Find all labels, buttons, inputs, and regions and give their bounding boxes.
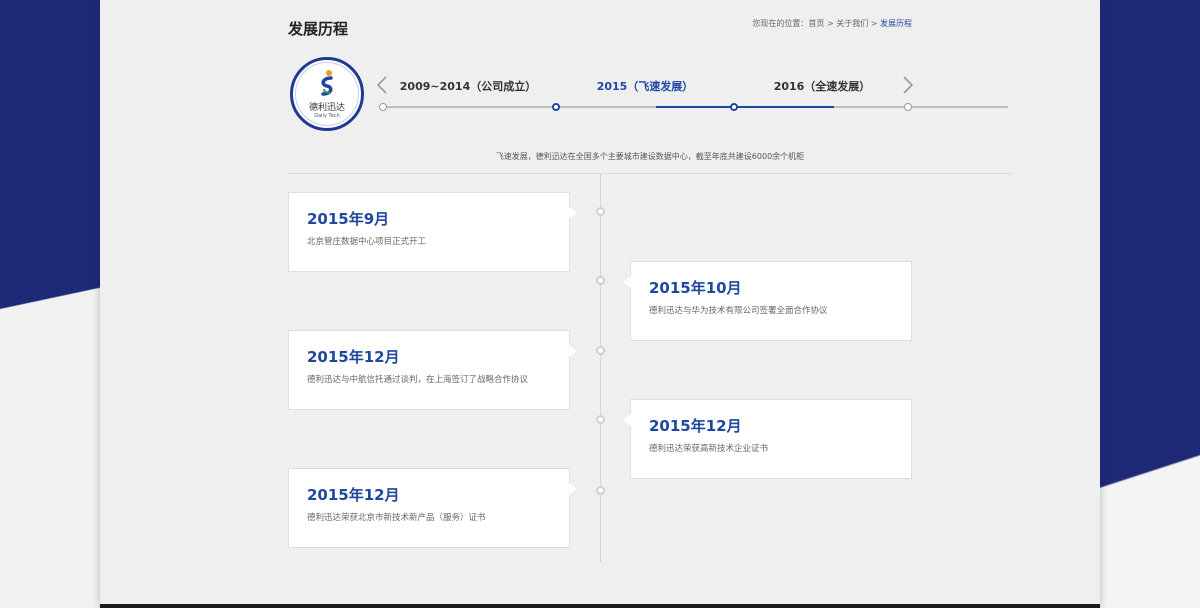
event-text: 德利迅达与中航信托通过谈判，在上海签订了战略合作协议 [307, 375, 529, 385]
timeline-dot [596, 486, 605, 495]
event-card: 2015年12月 德利迅达荣获高新技术企业证书 [623, 399, 912, 479]
event-card: 2015年9月 北京管庄数据中心项目正式开工 [288, 192, 577, 272]
period-description: 飞速发展，德利迅达在全国多个主要城市建设数据中心，截至年底共建设6000余个机柜 [495, 152, 805, 161]
chevron-right-icon [903, 76, 914, 94]
event-date: 2015年12月 [649, 417, 742, 435]
breadcrumb: 您现在的位置：首页 > 关于我们 > 发展历程 [752, 18, 912, 29]
event-date: 2015年9月 [307, 210, 390, 228]
event-date: 2015年12月 [307, 348, 400, 366]
event-text: 北京管庄数据中心项目正式开工 [307, 237, 427, 247]
page-title: 发展历程 [288, 20, 349, 38]
logo-en: Daily Tech [314, 113, 340, 119]
event-text: 德利迅达荣获北京市新技术新产品（服务）证书 [307, 513, 486, 523]
next-period-button[interactable] [903, 76, 914, 97]
period-node-active-start[interactable] [552, 103, 560, 111]
timeline-dot [596, 276, 605, 285]
event-date: 2015年12月 [307, 486, 400, 504]
tab-2009-2014[interactable]: 2009~2014（公司成立） [400, 78, 536, 94]
company-logo: 德利迅达 Daily Tech [290, 57, 364, 131]
tab-2016[interactable]: 2016（全速发展） [774, 78, 871, 94]
logo-mark-icon [321, 70, 333, 96]
timeline-dot [596, 346, 605, 355]
tab-2015[interactable]: 2015（飞速发展） [597, 78, 694, 94]
event-text: 德利迅达与华为技术有限公司签署全面合作协议 [649, 306, 828, 316]
event-text: 德利迅达荣获高新技术企业证书 [649, 444, 769, 454]
footer-bar [100, 604, 1100, 608]
background-left [0, 0, 100, 608]
breadcrumb-prefix: 您现在的位置： [752, 19, 809, 28]
chevron-left-icon [376, 76, 387, 94]
timeline-dot [596, 207, 605, 216]
logo-name: 德利迅达 [308, 103, 345, 113]
divider [288, 173, 1012, 174]
timeline-dot [596, 415, 605, 424]
content-panel: 发展历程 您现在的位置：首页 > 关于我们 > 发展历程 德利迅达 Daily … [100, 0, 1100, 608]
prev-period-button[interactable] [376, 76, 387, 97]
event-card: 2015年10月 德利迅达与华为技术有限公司签署全面合作协议 [623, 261, 912, 341]
breadcrumb-current: 发展历程 [880, 19, 912, 28]
breadcrumb-separator: > [868, 19, 880, 28]
period-track-active [656, 106, 834, 108]
background-right [1100, 0, 1200, 608]
timeline-line [600, 174, 601, 562]
period-node[interactable] [904, 103, 912, 111]
breadcrumb-separator: > [824, 19, 837, 28]
period-node[interactable] [379, 103, 387, 111]
period-node-active-end[interactable] [730, 103, 738, 111]
event-date: 2015年10月 [649, 279, 742, 297]
breadcrumb-home-link[interactable]: 首页 [808, 19, 824, 28]
breadcrumb-about-link[interactable]: 关于我们 [836, 19, 868, 28]
event-card: 2015年12月 德利迅达荣获北京市新技术新产品（服务）证书 [288, 468, 577, 548]
event-card: 2015年12月 德利迅达与中航信托通过谈判，在上海签订了战略合作协议 [288, 330, 577, 410]
